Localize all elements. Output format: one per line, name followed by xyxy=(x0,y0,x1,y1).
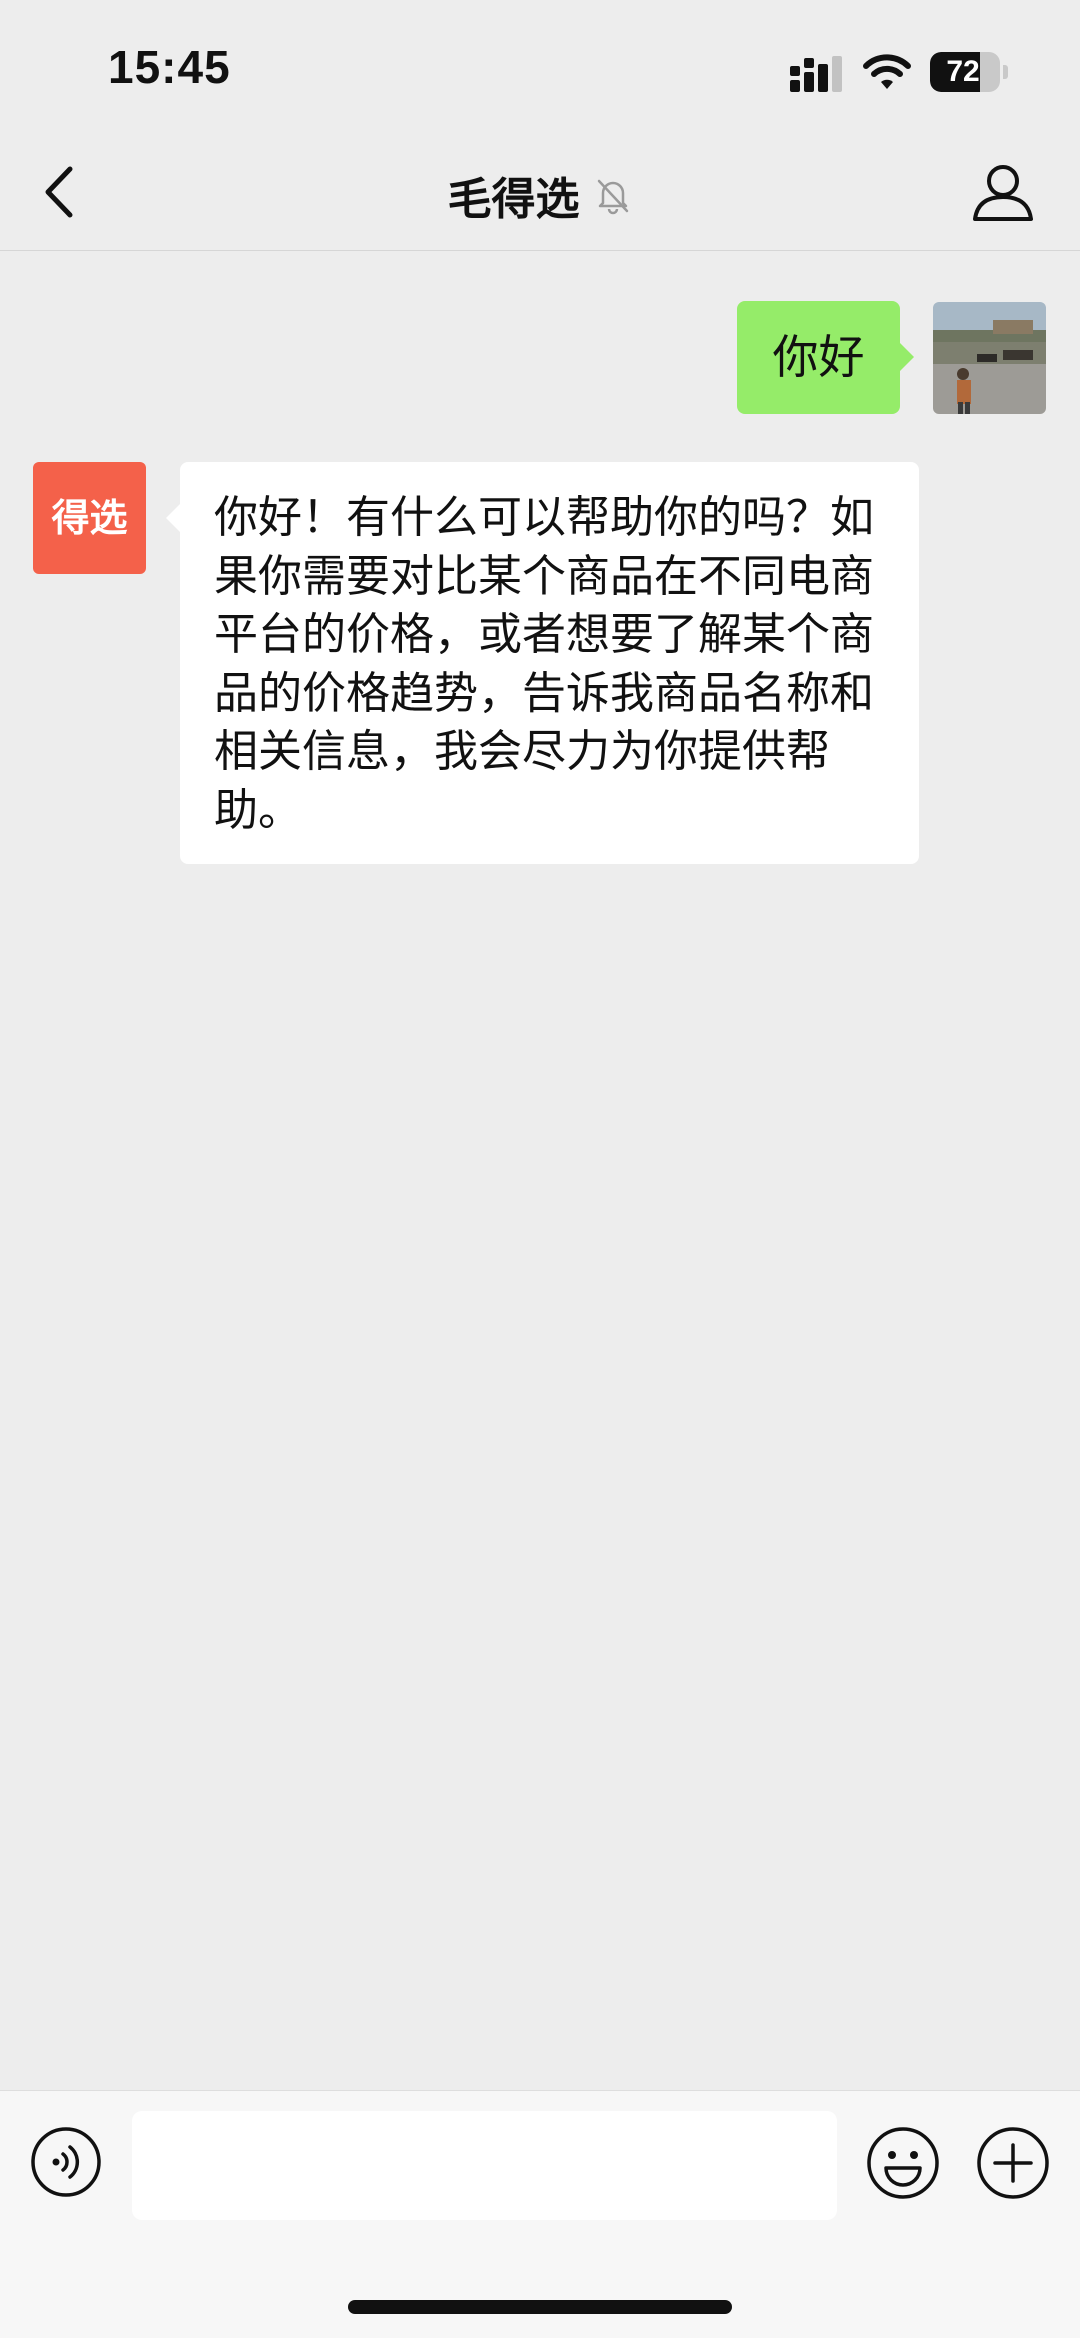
battery-cap xyxy=(1003,65,1008,79)
outgoing-message-bubble[interactable]: 你好 xyxy=(737,301,914,414)
battery-body: 72 xyxy=(930,52,1000,92)
bell-slash-icon xyxy=(597,179,628,215)
chat-title-area: 毛得选 xyxy=(0,163,1080,227)
incoming-message-text: 你好！有什么可以帮助你的吗？如果你需要对比某个商品在不同电商平台的价格，或者想要… xyxy=(214,492,874,836)
message-input[interactable] xyxy=(132,2111,837,2220)
chat-title: 毛得选 xyxy=(447,174,580,225)
emoji-button[interactable] xyxy=(866,2126,940,2200)
chat-header: 毛得选 xyxy=(0,135,1080,251)
wifi-icon xyxy=(863,54,911,89)
plus-button[interactable] xyxy=(976,2126,1050,2200)
user-photo-avatar[interactable] xyxy=(933,302,1046,414)
outgoing-message-text: 你好 xyxy=(772,330,865,384)
status-time: 15:45 xyxy=(108,41,231,93)
battery-indicator: 72 xyxy=(930,52,1010,92)
bot-avatar[interactable]: 得选 xyxy=(33,462,146,574)
home-indicator[interactable] xyxy=(348,2300,732,2314)
incoming-message-bubble[interactable]: 你好！有什么可以帮助你的吗？如果你需要对比某个商品在不同电商平台的价格，或者想要… xyxy=(166,462,919,864)
battery-level-text: 72 xyxy=(946,55,980,88)
cellular-signal-icon xyxy=(790,56,842,92)
profile-button[interactable] xyxy=(970,159,1036,225)
voice-button[interactable] xyxy=(30,2126,102,2198)
status-bar: 15:45 72 xyxy=(0,0,1080,135)
